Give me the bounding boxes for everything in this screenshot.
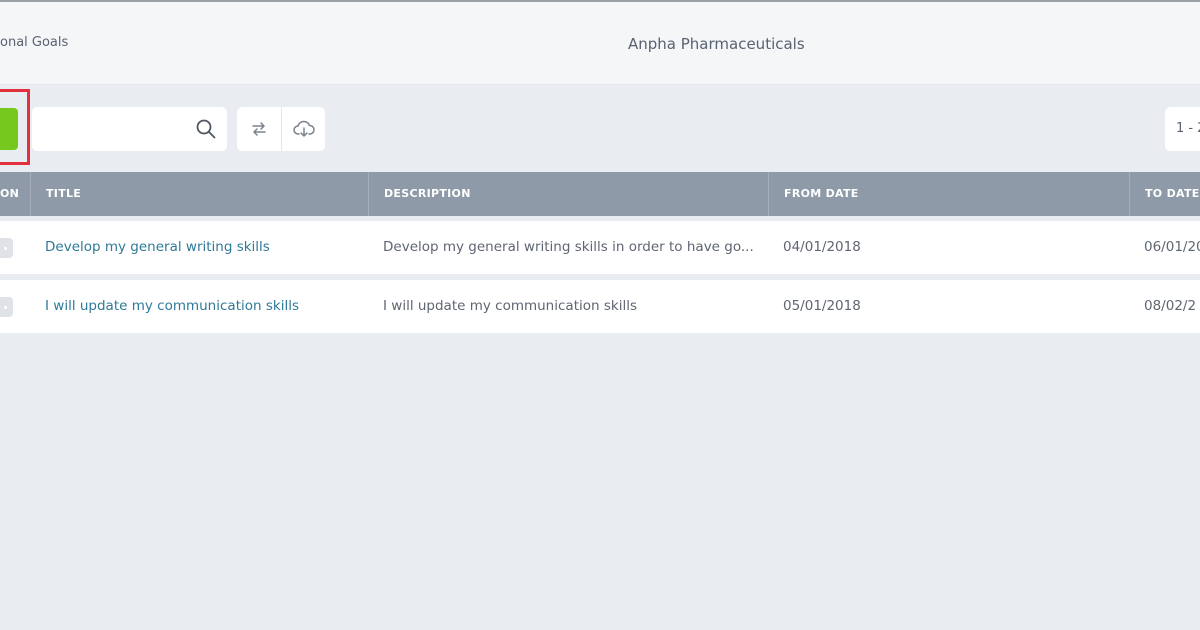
page-title: onal Goals [0, 35, 69, 50]
goal-title-link[interactable]: Develop my general writing skills [45, 221, 360, 274]
goal-description: Develop my general writing skills in ord… [383, 239, 754, 255]
row-action-button[interactable] [0, 297, 13, 317]
company-name: Anpha Pharmaceuticals [628, 35, 805, 53]
search-icon[interactable] [195, 118, 217, 140]
column-header-from-date[interactable]: FROM DATE [768, 172, 859, 216]
column-header-action[interactable]: ON [0, 172, 19, 216]
table-row: I will update my communication skills I … [0, 280, 1200, 333]
swap-arrows-icon [252, 122, 266, 136]
search-input[interactable] [40, 115, 180, 143]
table-header: ON TITLE DESCRIPTION FROM DATE TO DATE [0, 172, 1200, 216]
pagination-info: 1 - 2 [1165, 107, 1200, 151]
goal-description: I will update my communication skills [383, 298, 637, 314]
row-action-button[interactable] [0, 238, 13, 258]
toolbar-icon-group [237, 107, 325, 151]
goal-from-date: 05/01/2018 [783, 298, 861, 314]
goal-title-link[interactable]: I will update my communication skills [45, 280, 360, 333]
goal-to-date: 06/01/20 [1144, 239, 1200, 255]
page-header: onal Goals Anpha Pharmaceuticals [0, 2, 1200, 85]
search-box[interactable] [32, 107, 227, 151]
column-header-title[interactable]: TITLE [30, 172, 81, 216]
table-row: Develop my general writing skills Develo… [0, 221, 1200, 274]
column-header-to-date[interactable]: TO DATE [1129, 172, 1200, 216]
add-goal-button[interactable] [0, 108, 18, 150]
cloud-download-icon [292, 120, 315, 137]
goal-from-date: 04/01/2018 [783, 239, 861, 255]
goal-to-date: 08/02/2 [1144, 298, 1197, 314]
download-button[interactable] [281, 107, 325, 151]
refresh-button[interactable] [237, 107, 281, 151]
column-header-description[interactable]: DESCRIPTION [368, 172, 471, 216]
